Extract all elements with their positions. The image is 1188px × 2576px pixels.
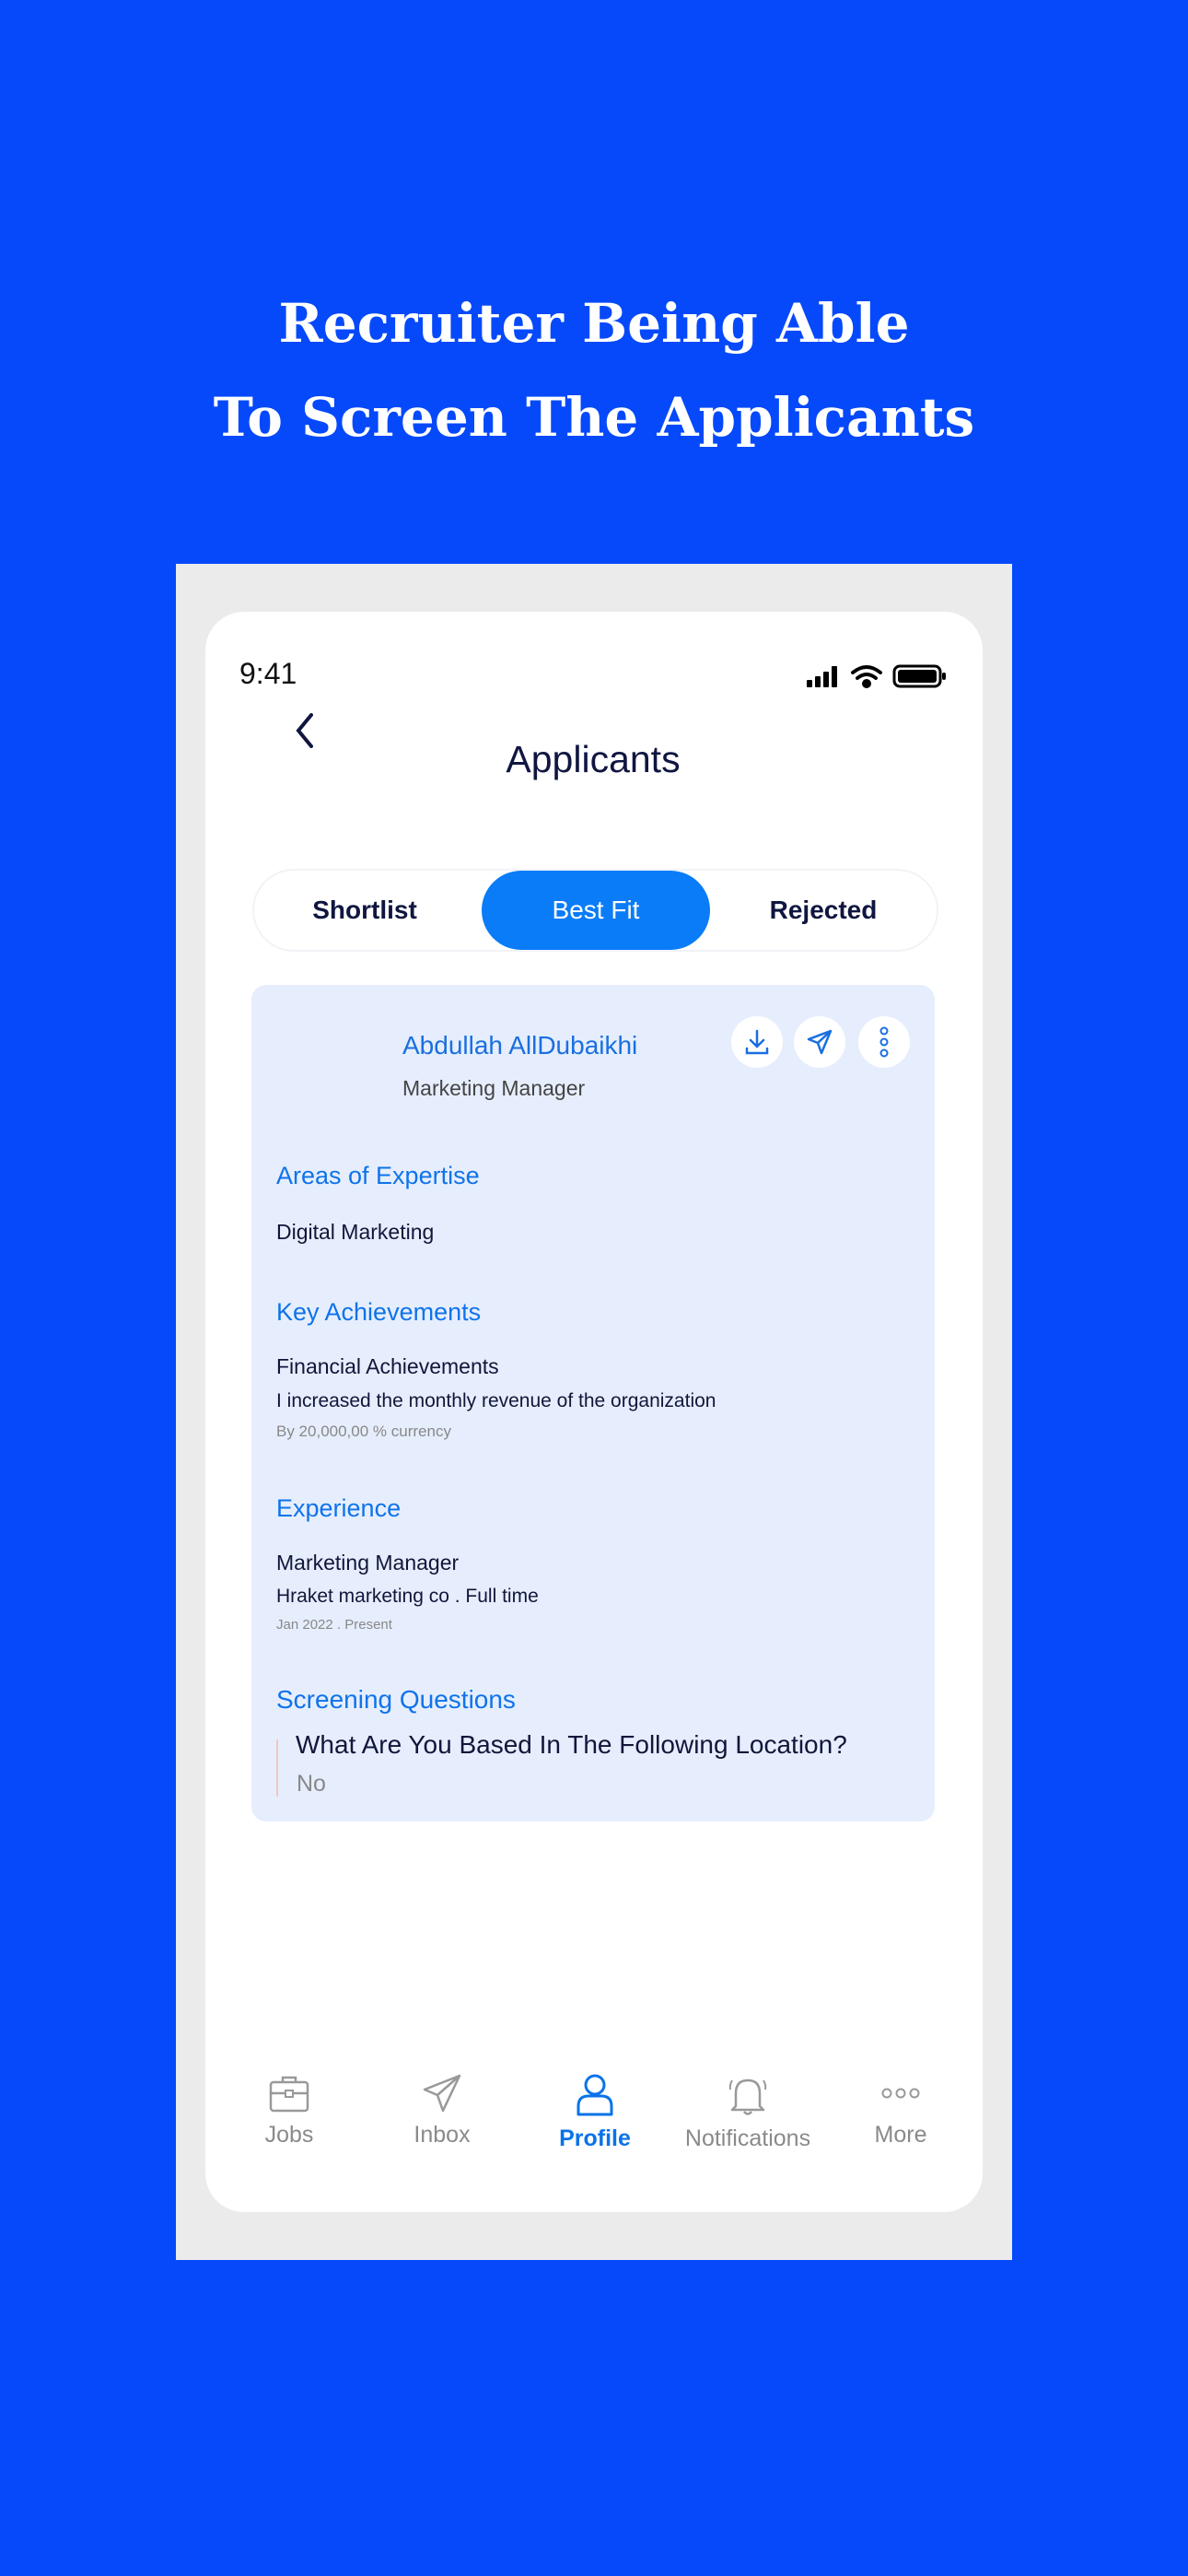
download-icon bbox=[745, 1029, 769, 1055]
achievement-detail: By 20,000,00 % currency bbox=[276, 1423, 451, 1440]
experience-company: Hraket marketing co . Full time bbox=[276, 1586, 539, 1607]
more-vertical-icon bbox=[879, 1026, 889, 1058]
bell-icon bbox=[728, 2078, 767, 2115]
page-title: Applicants bbox=[506, 738, 681, 780]
nav-notifications[interactable]: Notifications bbox=[670, 2073, 826, 2152]
experience-title: Marketing Manager bbox=[276, 1551, 460, 1575]
screening-answer: No bbox=[297, 1771, 326, 1797]
send-button[interactable] bbox=[794, 1016, 845, 1068]
expertise-value: Digital Marketing bbox=[276, 1220, 435, 1244]
question-divider bbox=[276, 1739, 278, 1797]
nav-more-label: More bbox=[874, 2122, 927, 2148]
nav-inbox-label: Inbox bbox=[413, 2122, 471, 2148]
applicant-role: Marketing Manager bbox=[402, 1076, 586, 1100]
nav-more[interactable]: More bbox=[822, 2073, 979, 2149]
more-horizontal-icon bbox=[881, 2088, 920, 2099]
paper-plane-icon bbox=[423, 2074, 461, 2113]
headline-line-1: Recruiter Being Able bbox=[278, 292, 910, 355]
status-icons bbox=[807, 664, 946, 688]
send-icon bbox=[807, 1029, 833, 1055]
nav-inbox[interactable]: Inbox bbox=[364, 2073, 520, 2149]
achievement-description: I increased the monthly revenue of the o… bbox=[276, 1390, 716, 1411]
expertise-heading: Areas of Expertise bbox=[276, 1162, 480, 1189]
back-chevron-icon[interactable] bbox=[293, 711, 317, 750]
nav-jobs[interactable]: Jobs bbox=[211, 2073, 367, 2149]
tab-best-fit[interactable]: Best Fit bbox=[482, 871, 710, 950]
screening-heading: Screening Questions bbox=[276, 1685, 516, 1714]
screening-question: What Are You Based In The Following Loca… bbox=[296, 1730, 847, 1759]
nav-notifications-label: Notifications bbox=[684, 2125, 811, 2151]
tab-rejected[interactable]: Rejected bbox=[710, 871, 937, 950]
experience-period: Jan 2022 . Present bbox=[276, 1617, 392, 1633]
signal-icon bbox=[807, 666, 837, 687]
more-options-button[interactable] bbox=[858, 1016, 910, 1068]
nav-jobs-label: Jobs bbox=[264, 2122, 314, 2148]
nav-profile-label: Profile bbox=[559, 2125, 631, 2151]
achievement-title: Financial Achievements bbox=[276, 1354, 499, 1378]
download-button[interactable] bbox=[731, 1016, 783, 1068]
achievements-heading: Key Achievements bbox=[276, 1298, 482, 1326]
tab-shortlist[interactable]: Shortlist bbox=[254, 871, 475, 950]
applicant-filter-tabs: Shortlist Best Fit Rejected bbox=[254, 871, 937, 950]
applicant-name[interactable]: Abdullah AllDubaikhi bbox=[402, 1031, 637, 1060]
battery-icon bbox=[892, 664, 946, 688]
briefcase-icon bbox=[269, 2076, 309, 2113]
headline-line-2: To Screen The Applicants bbox=[213, 386, 975, 449]
user-icon bbox=[577, 2074, 613, 2116]
status-time: 9:41 bbox=[239, 657, 297, 690]
experience-heading: Experience bbox=[276, 1494, 402, 1522]
wifi-icon bbox=[851, 665, 882, 688]
nav-profile[interactable]: Profile bbox=[517, 2073, 673, 2152]
